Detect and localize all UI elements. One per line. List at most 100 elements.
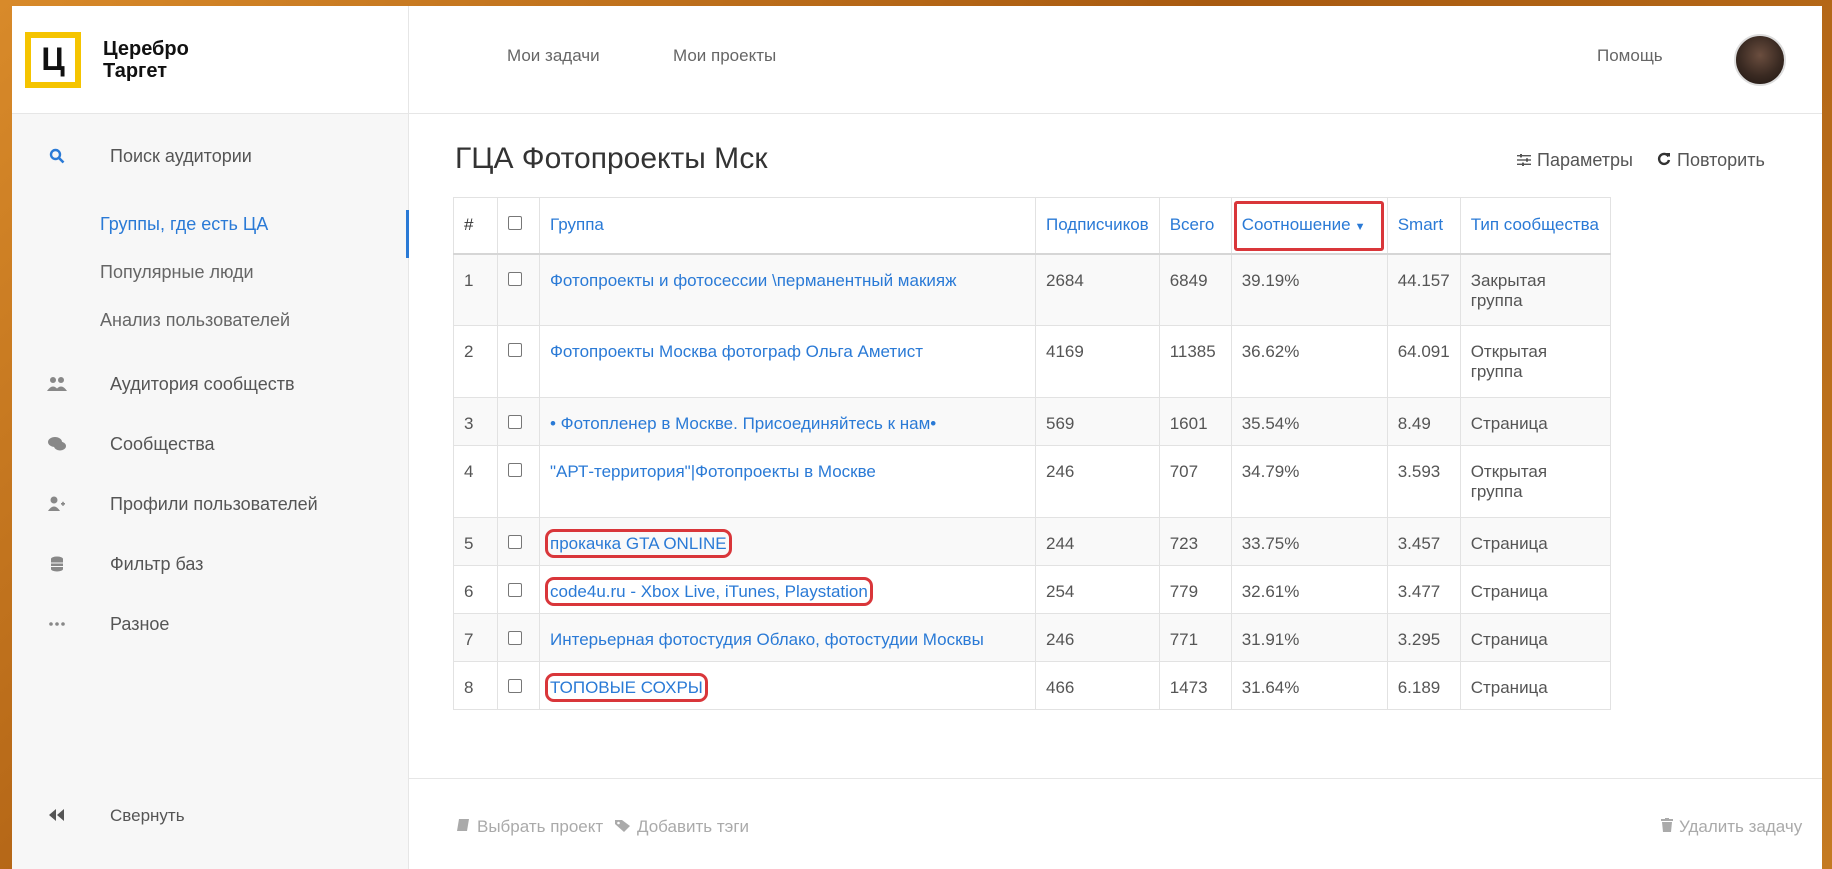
group-link[interactable]: code4u.ru - Xbox Live, iTunes, Playstati… bbox=[539, 565, 1036, 614]
sidebar-item-audience-search[interactable]: Поиск аудитории bbox=[12, 136, 409, 176]
sort-desc-icon: ▼ bbox=[1354, 221, 1366, 234]
row-checkbox[interactable] bbox=[508, 583, 522, 597]
add-tags-label: Добавить тэги bbox=[637, 817, 750, 836]
sidebar-subitem-user-analysis[interactable]: Анализ пользователей bbox=[100, 300, 290, 340]
row-checkbox[interactable] bbox=[508, 463, 522, 477]
sliders-icon bbox=[1517, 150, 1531, 171]
row-number: 3 bbox=[453, 397, 498, 446]
col-total[interactable]: Всего bbox=[1158, 197, 1232, 255]
total-value: 707 bbox=[1158, 445, 1232, 518]
brand-name-line2: Таргет bbox=[103, 59, 168, 82]
collapse-button[interactable]: Свернуть bbox=[40, 806, 185, 826]
ratio-value: 32.61% bbox=[1230, 565, 1388, 614]
table-row: 7 Интерьерная фотостудия Облако, фотосту… bbox=[453, 613, 1611, 662]
highlighted-group-name[interactable]: ТОПОВЫЕ СОХРЫ bbox=[545, 673, 708, 702]
subscribers-value: 4169 bbox=[1035, 325, 1160, 398]
task-footer: Выбрать проект Добавить тэги Удалить зад… bbox=[409, 778, 1822, 866]
group-link[interactable]: Фотопроекты Москва фотограф Ольга Аметис… bbox=[539, 325, 1036, 398]
row-select[interactable] bbox=[497, 565, 540, 614]
row-select[interactable] bbox=[497, 661, 540, 710]
sidebar-item-label: Сообщества bbox=[110, 433, 215, 454]
row-checkbox[interactable] bbox=[508, 631, 522, 645]
brand[interactable]: Ц Церебро Таргет bbox=[12, 6, 408, 114]
nav-help[interactable]: Помощь bbox=[1597, 46, 1663, 66]
row-select[interactable] bbox=[497, 517, 540, 566]
smart-value: 3.457 bbox=[1386, 517, 1461, 566]
delete-task-label: Удалить задачу bbox=[1679, 817, 1803, 836]
avatar[interactable] bbox=[1734, 34, 1786, 86]
col-select-all[interactable] bbox=[497, 197, 540, 255]
sidebar-item-user-profiles[interactable]: Профили пользователей bbox=[12, 484, 409, 524]
row-select[interactable] bbox=[497, 253, 540, 326]
sidebar-item-db-filter[interactable]: Фильтр баз bbox=[12, 544, 409, 584]
add-tags-button[interactable]: Добавить тэги bbox=[615, 817, 749, 837]
total-value: 1601 bbox=[1158, 397, 1232, 446]
delete-task-button[interactable]: Удалить задачу bbox=[1661, 817, 1802, 837]
col-ratio[interactable]: Соотношение ▼ bbox=[1230, 197, 1388, 255]
subscribers-value: 246 bbox=[1035, 445, 1160, 518]
logo-icon: Ц bbox=[25, 31, 81, 88]
highlighted-group-name[interactable]: прокачка GTA ONLINE bbox=[545, 529, 732, 558]
table-row: 4 "АРТ-территория"|Фотопроекты в Москве … bbox=[453, 445, 1611, 518]
nav-my-projects[interactable]: Мои проекты bbox=[673, 46, 776, 66]
total-value: 6849 bbox=[1158, 253, 1232, 326]
subscribers-value: 246 bbox=[1035, 613, 1160, 662]
col-subscribers[interactable]: Подписчиков bbox=[1035, 197, 1160, 255]
sidebar-item-community-audience[interactable]: Аудитория сообществ bbox=[12, 364, 409, 404]
page-title: ГЦА Фотопроекты Мск bbox=[455, 142, 768, 175]
row-select[interactable] bbox=[497, 613, 540, 662]
sidebar-item-label: Разное bbox=[110, 613, 170, 634]
col-number: # bbox=[453, 197, 498, 255]
row-checkbox[interactable] bbox=[508, 679, 522, 693]
community-type-line1: Открытая bbox=[1470, 462, 1548, 481]
tag-icon bbox=[615, 817, 631, 837]
repeat-button[interactable]: Повторить bbox=[1657, 150, 1765, 171]
choose-project-button[interactable]: Выбрать проект bbox=[457, 817, 603, 837]
community-type: Страница bbox=[1459, 397, 1611, 446]
col-smart[interactable]: Smart bbox=[1386, 197, 1461, 255]
community-type: Страница bbox=[1459, 517, 1611, 566]
community-type-line1: Открытая bbox=[1470, 342, 1548, 361]
collapse-label: Свернуть bbox=[110, 806, 185, 825]
sidebar-item-label: Поиск аудитории bbox=[110, 145, 252, 166]
smart-value: 8.49 bbox=[1386, 397, 1461, 446]
highlighted-group-name[interactable]: code4u.ru - Xbox Live, iTunes, Playstati… bbox=[545, 577, 873, 606]
group-link[interactable]: Фотопроекты и фотосессии \перманентный м… bbox=[539, 253, 1036, 326]
row-select[interactable] bbox=[497, 397, 540, 446]
trash-icon bbox=[1661, 817, 1673, 837]
select-all-checkbox[interactable] bbox=[508, 216, 522, 231]
app-window: Ц Церебро Таргет Поиск аудитории Группы,… bbox=[12, 6, 1822, 869]
ratio-value: 31.64% bbox=[1230, 661, 1388, 710]
search-icon bbox=[40, 148, 74, 164]
row-checkbox[interactable] bbox=[508, 415, 522, 429]
community-type: Страница bbox=[1459, 661, 1611, 710]
group-link[interactable]: "АРТ-территория"|Фотопроекты в Москве bbox=[539, 445, 1036, 518]
database-icon bbox=[40, 556, 74, 572]
community-type-line2: группа bbox=[1470, 482, 1523, 501]
row-number: 2 bbox=[453, 325, 498, 398]
group-link[interactable]: Интерьерная фотостудия Облако, фотостуди… bbox=[539, 613, 1036, 662]
sidebar-item-communities[interactable]: Сообщества bbox=[12, 424, 409, 464]
row-checkbox[interactable] bbox=[508, 343, 522, 357]
group-link[interactable]: • Фотопленер в Москве. Присоединяйтесь к… bbox=[539, 397, 1036, 446]
row-checkbox[interactable] bbox=[508, 535, 522, 549]
sidebar-item-misc[interactable]: Разное bbox=[12, 604, 409, 644]
group-link[interactable]: прокачка GTA ONLINE bbox=[539, 517, 1036, 566]
row-checkbox[interactable] bbox=[508, 271, 522, 286]
params-label: Параметры bbox=[1537, 150, 1633, 170]
sidebar-subitem-groups-with-ta[interactable]: Группы, где есть ЦА bbox=[100, 204, 268, 244]
col-community-type[interactable]: Тип сообщества bbox=[1459, 197, 1611, 255]
users-icon bbox=[40, 376, 74, 392]
community-type: Открытая группа bbox=[1459, 445, 1611, 518]
params-button[interactable]: Параметры bbox=[1517, 150, 1633, 171]
sidebar-subitem-popular-people[interactable]: Популярные люди bbox=[100, 252, 254, 292]
col-group[interactable]: Группа bbox=[539, 197, 1036, 255]
nav-my-tasks[interactable]: Мои задачи bbox=[507, 46, 600, 66]
subscribers-value: 244 bbox=[1035, 517, 1160, 566]
group-link[interactable]: ТОПОВЫЕ СОХРЫ bbox=[539, 661, 1036, 710]
smart-value: 3.295 bbox=[1386, 613, 1461, 662]
table-row: 3 • Фотопленер в Москве. Присоединяйтесь… bbox=[453, 397, 1611, 446]
row-select[interactable] bbox=[497, 325, 540, 398]
row-select[interactable] bbox=[497, 445, 540, 518]
sidebar-item-label: Профили пользователей bbox=[110, 493, 318, 514]
